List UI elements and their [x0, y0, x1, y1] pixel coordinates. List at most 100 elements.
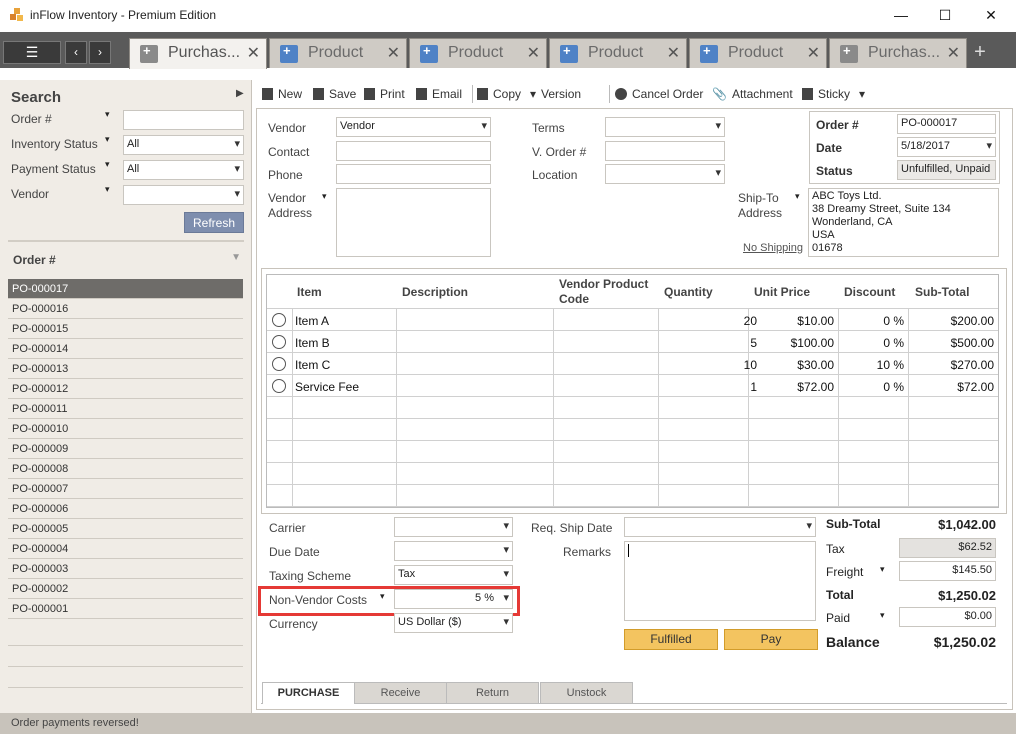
fulfilled-button[interactable]: Fulfilled [624, 629, 718, 650]
maximize-button[interactable]: ☐ [922, 0, 968, 30]
list-item[interactable]: PO-000004 [8, 539, 243, 559]
cell-price[interactable]: $72.00 [797, 380, 834, 394]
tab-purchase[interactable]: PURCHASE [262, 682, 355, 704]
column-header-item[interactable]: Item [297, 285, 322, 299]
copy-button[interactable]: Copy [477, 87, 521, 101]
list-item[interactable]: PO-000006 [8, 499, 243, 519]
tab-receive[interactable]: Receive [354, 682, 447, 704]
tab-product[interactable]: Product ✕ [409, 38, 547, 68]
close-icon[interactable]: ✕ [667, 43, 680, 63]
back-button[interactable]: ‹ [65, 41, 87, 64]
chevron-down-icon[interactable]: ▾ [795, 191, 800, 202]
add-tab-button[interactable]: + [968, 42, 992, 64]
list-item[interactable]: PO-000002 [8, 579, 243, 599]
tab-product[interactable]: Product ✕ [269, 38, 407, 68]
tab-return[interactable]: Return [446, 682, 539, 704]
pay-button[interactable]: Pay [724, 629, 818, 650]
list-item[interactable]: PO-000016 [8, 299, 243, 319]
tab-unstock[interactable]: Unstock [540, 682, 633, 704]
cell-subtotal[interactable]: $200.00 [951, 314, 994, 328]
chevron-down-icon[interactable]: ▾ [322, 191, 327, 202]
close-icon[interactable]: ✕ [527, 43, 540, 63]
remarks-field[interactable] [624, 541, 816, 621]
tab-po[interactable]: Purchas... ✕ [129, 38, 267, 69]
cell-discount[interactable]: 0 % [883, 380, 904, 394]
order-list-header[interactable]: Order # ▼ [8, 248, 244, 272]
email-button[interactable]: Email [416, 87, 462, 101]
filter-input[interactable]: All [123, 160, 244, 180]
freight-field[interactable]: $145.50 [899, 561, 996, 581]
close-icon[interactable]: ✕ [387, 43, 400, 63]
vendor-select[interactable]: Vendor [336, 117, 491, 137]
cell-qty[interactable]: 20 [744, 314, 757, 328]
column-header-subtotal[interactable]: Sub-Total [915, 285, 969, 299]
cell-item[interactable]: Item B [295, 336, 330, 350]
print-button[interactable]: Print [364, 87, 405, 101]
vendor-address-field[interactable] [336, 188, 491, 257]
close-icon[interactable]: ✕ [247, 43, 260, 63]
attachment-button[interactable]: 📎 Attachment [712, 87, 793, 101]
column-header-vendor-code[interactable]: Vendor Product Code [559, 277, 648, 307]
list-item[interactable]: PO-000012 [8, 379, 243, 399]
contact-field[interactable] [336, 141, 491, 161]
list-item[interactable]: PO-000003 [8, 559, 243, 579]
cell-price[interactable]: $100.00 [791, 336, 834, 350]
list-item[interactable]: PO-000010 [8, 419, 243, 439]
close-icon[interactable]: ✕ [947, 43, 960, 63]
cell-discount[interactable]: 10 % [877, 358, 904, 372]
tab-po[interactable]: Purchas... ✕ [829, 38, 967, 68]
cell-qty[interactable]: 1 [750, 380, 757, 394]
location-select[interactable] [605, 164, 725, 184]
cell-subtotal[interactable]: $72.00 [957, 380, 994, 394]
cell-subtotal[interactable]: $500.00 [951, 336, 994, 350]
cell-item[interactable]: Item C [295, 358, 330, 372]
cell-item[interactable]: Item A [295, 314, 329, 328]
column-header-description[interactable]: Description [402, 285, 468, 299]
list-item[interactable]: PO-000008 [8, 459, 243, 479]
cell-price[interactable]: $10.00 [797, 314, 834, 328]
cell-qty[interactable]: 5 [750, 336, 757, 350]
carrier-select[interactable] [394, 517, 513, 537]
vendor-order-field[interactable] [605, 141, 725, 161]
refresh-button[interactable]: Refresh [184, 212, 244, 233]
chevron-down-icon[interactable]: ▾ [105, 184, 110, 195]
new-button[interactable]: New [262, 87, 302, 101]
row-select-radio[interactable] [272, 357, 286, 371]
sticky-button[interactable]: Sticky ▾ [802, 87, 865, 101]
save-button[interactable]: Save [313, 87, 356, 101]
chevron-down-icon[interactable]: ▾ [880, 610, 885, 621]
list-item[interactable]: PO-000014 [8, 339, 243, 359]
due-date-picker[interactable] [394, 541, 513, 561]
list-item[interactable]: PO-000015 [8, 319, 243, 339]
filter-input[interactable] [123, 185, 244, 205]
row-select-radio[interactable] [272, 313, 286, 327]
date-picker[interactable]: 5/18/2017 [897, 137, 996, 157]
cell-discount[interactable]: 0 % [883, 336, 904, 350]
filter-input[interactable]: All [123, 135, 244, 155]
cell-item[interactable]: Service Fee [295, 380, 359, 394]
phone-field[interactable] [336, 164, 491, 184]
tab-product[interactable]: Product ✕ [549, 38, 687, 68]
close-button[interactable]: ✕ [968, 0, 1014, 30]
cell-subtotal[interactable]: $270.00 [951, 358, 994, 372]
version-button[interactable]: ▾ Version [530, 87, 581, 101]
column-header-unit-price[interactable]: Unit Price [754, 285, 810, 299]
req-ship-date-picker[interactable] [624, 517, 816, 537]
taxing-scheme-select[interactable]: Tax [394, 565, 513, 585]
minimize-button[interactable]: — [878, 0, 924, 30]
chevron-down-icon[interactable]: ▾ [105, 159, 110, 170]
forward-button[interactable]: › [89, 41, 111, 64]
close-icon[interactable]: ✕ [807, 43, 820, 63]
filter-input[interactable] [123, 110, 244, 130]
cell-discount[interactable]: 0 % [883, 314, 904, 328]
list-item[interactable]: PO-000017 [8, 279, 243, 299]
order-number-field[interactable]: PO-000017 [897, 114, 996, 134]
menu-button[interactable]: ☰ [3, 41, 61, 64]
column-header-discount[interactable]: Discount [844, 285, 895, 299]
no-shipping-link[interactable]: No Shipping [743, 242, 803, 254]
row-select-radio[interactable] [272, 379, 286, 393]
list-item[interactable]: PO-000007 [8, 479, 243, 499]
tab-product[interactable]: Product ✕ [689, 38, 827, 68]
cell-qty[interactable]: 10 [744, 358, 757, 372]
currency-select[interactable]: US Dollar ($) [394, 613, 513, 633]
